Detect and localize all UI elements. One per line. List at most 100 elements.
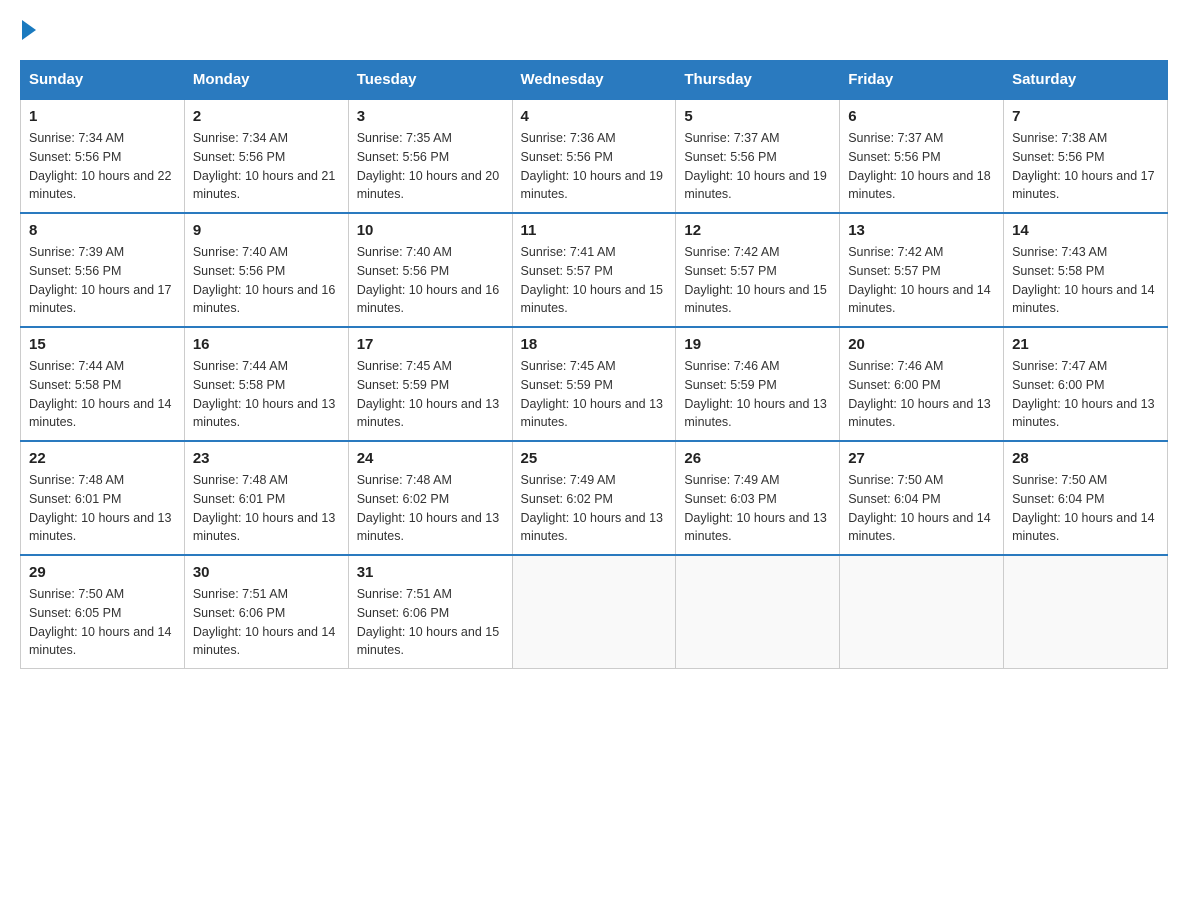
day-info: Sunrise: 7:45 AMSunset: 5:59 PMDaylight:… [521, 357, 668, 432]
day-info: Sunrise: 7:50 AMSunset: 6:04 PMDaylight:… [1012, 471, 1159, 546]
day-info: Sunrise: 7:46 AMSunset: 5:59 PMDaylight:… [684, 357, 831, 432]
calendar-cell [512, 555, 676, 669]
calendar-header: SundayMondayTuesdayWednesdayThursdayFrid… [21, 61, 1168, 100]
calendar-cell: 14 Sunrise: 7:43 AMSunset: 5:58 PMDaylig… [1004, 213, 1168, 327]
calendar-cell: 25 Sunrise: 7:49 AMSunset: 6:02 PMDaylig… [512, 441, 676, 555]
day-number: 21 [1012, 336, 1159, 353]
calendar-cell: 6 Sunrise: 7:37 AMSunset: 5:56 PMDayligh… [840, 99, 1004, 213]
weekday-header-monday: Monday [184, 61, 348, 100]
day-number: 26 [684, 450, 831, 467]
day-info: Sunrise: 7:49 AMSunset: 6:03 PMDaylight:… [684, 471, 831, 546]
day-info: Sunrise: 7:40 AMSunset: 5:56 PMDaylight:… [193, 243, 340, 318]
weekday-header-wednesday: Wednesday [512, 61, 676, 100]
day-number: 6 [848, 108, 995, 125]
calendar-cell: 23 Sunrise: 7:48 AMSunset: 6:01 PMDaylig… [184, 441, 348, 555]
calendar-cell: 2 Sunrise: 7:34 AMSunset: 5:56 PMDayligh… [184, 99, 348, 213]
day-number: 3 [357, 108, 504, 125]
day-number: 27 [848, 450, 995, 467]
day-info: Sunrise: 7:36 AMSunset: 5:56 PMDaylight:… [521, 129, 668, 204]
day-number: 19 [684, 336, 831, 353]
day-info: Sunrise: 7:49 AMSunset: 6:02 PMDaylight:… [521, 471, 668, 546]
calendar-cell: 21 Sunrise: 7:47 AMSunset: 6:00 PMDaylig… [1004, 327, 1168, 441]
day-number: 2 [193, 108, 340, 125]
page-header [20, 20, 1168, 40]
calendar-cell: 11 Sunrise: 7:41 AMSunset: 5:57 PMDaylig… [512, 213, 676, 327]
calendar-cell: 13 Sunrise: 7:42 AMSunset: 5:57 PMDaylig… [840, 213, 1004, 327]
calendar-cell: 4 Sunrise: 7:36 AMSunset: 5:56 PMDayligh… [512, 99, 676, 213]
day-info: Sunrise: 7:34 AMSunset: 5:56 PMDaylight:… [29, 129, 176, 204]
calendar-cell: 28 Sunrise: 7:50 AMSunset: 6:04 PMDaylig… [1004, 441, 1168, 555]
calendar-cell: 22 Sunrise: 7:48 AMSunset: 6:01 PMDaylig… [21, 441, 185, 555]
day-number: 13 [848, 222, 995, 239]
calendar-cell: 20 Sunrise: 7:46 AMSunset: 6:00 PMDaylig… [840, 327, 1004, 441]
day-info: Sunrise: 7:42 AMSunset: 5:57 PMDaylight:… [848, 243, 995, 318]
day-number: 8 [29, 222, 176, 239]
day-number: 24 [357, 450, 504, 467]
day-info: Sunrise: 7:46 AMSunset: 6:00 PMDaylight:… [848, 357, 995, 432]
day-number: 15 [29, 336, 176, 353]
day-number: 17 [357, 336, 504, 353]
day-info: Sunrise: 7:35 AMSunset: 5:56 PMDaylight:… [357, 129, 504, 204]
day-number: 5 [684, 108, 831, 125]
day-info: Sunrise: 7:34 AMSunset: 5:56 PMDaylight:… [193, 129, 340, 204]
logo-triangle-icon [22, 20, 36, 40]
day-info: Sunrise: 7:50 AMSunset: 6:04 PMDaylight:… [848, 471, 995, 546]
day-number: 7 [1012, 108, 1159, 125]
day-number: 18 [521, 336, 668, 353]
day-number: 1 [29, 108, 176, 125]
calendar-cell: 29 Sunrise: 7:50 AMSunset: 6:05 PMDaylig… [21, 555, 185, 669]
weekday-header-thursday: Thursday [676, 61, 840, 100]
day-number: 9 [193, 222, 340, 239]
day-number: 22 [29, 450, 176, 467]
day-info: Sunrise: 7:40 AMSunset: 5:56 PMDaylight:… [357, 243, 504, 318]
calendar-cell: 16 Sunrise: 7:44 AMSunset: 5:58 PMDaylig… [184, 327, 348, 441]
calendar-cell: 5 Sunrise: 7:37 AMSunset: 5:56 PMDayligh… [676, 99, 840, 213]
calendar-cell: 27 Sunrise: 7:50 AMSunset: 6:04 PMDaylig… [840, 441, 1004, 555]
weekday-header-row: SundayMondayTuesdayWednesdayThursdayFrid… [21, 61, 1168, 100]
day-info: Sunrise: 7:38 AMSunset: 5:56 PMDaylight:… [1012, 129, 1159, 204]
calendar-cell: 31 Sunrise: 7:51 AMSunset: 6:06 PMDaylig… [348, 555, 512, 669]
calendar-cell: 19 Sunrise: 7:46 AMSunset: 5:59 PMDaylig… [676, 327, 840, 441]
day-info: Sunrise: 7:51 AMSunset: 6:06 PMDaylight:… [193, 585, 340, 660]
calendar-cell: 3 Sunrise: 7:35 AMSunset: 5:56 PMDayligh… [348, 99, 512, 213]
calendar-cell: 17 Sunrise: 7:45 AMSunset: 5:59 PMDaylig… [348, 327, 512, 441]
day-number: 30 [193, 564, 340, 581]
day-number: 11 [521, 222, 668, 239]
calendar-cell: 7 Sunrise: 7:38 AMSunset: 5:56 PMDayligh… [1004, 99, 1168, 213]
week-row-2: 8 Sunrise: 7:39 AMSunset: 5:56 PMDayligh… [21, 213, 1168, 327]
day-number: 12 [684, 222, 831, 239]
calendar-cell: 18 Sunrise: 7:45 AMSunset: 5:59 PMDaylig… [512, 327, 676, 441]
day-info: Sunrise: 7:50 AMSunset: 6:05 PMDaylight:… [29, 585, 176, 660]
day-number: 28 [1012, 450, 1159, 467]
weekday-header-sunday: Sunday [21, 61, 185, 100]
day-info: Sunrise: 7:39 AMSunset: 5:56 PMDaylight:… [29, 243, 176, 318]
week-row-3: 15 Sunrise: 7:44 AMSunset: 5:58 PMDaylig… [21, 327, 1168, 441]
calendar-cell: 12 Sunrise: 7:42 AMSunset: 5:57 PMDaylig… [676, 213, 840, 327]
calendar-cell: 30 Sunrise: 7:51 AMSunset: 6:06 PMDaylig… [184, 555, 348, 669]
day-info: Sunrise: 7:48 AMSunset: 6:01 PMDaylight:… [193, 471, 340, 546]
day-number: 16 [193, 336, 340, 353]
weekday-header-friday: Friday [840, 61, 1004, 100]
day-info: Sunrise: 7:45 AMSunset: 5:59 PMDaylight:… [357, 357, 504, 432]
calendar-cell: 1 Sunrise: 7:34 AMSunset: 5:56 PMDayligh… [21, 99, 185, 213]
day-number: 23 [193, 450, 340, 467]
day-number: 4 [521, 108, 668, 125]
day-info: Sunrise: 7:44 AMSunset: 5:58 PMDaylight:… [193, 357, 340, 432]
calendar-cell: 26 Sunrise: 7:49 AMSunset: 6:03 PMDaylig… [676, 441, 840, 555]
day-info: Sunrise: 7:37 AMSunset: 5:56 PMDaylight:… [684, 129, 831, 204]
day-info: Sunrise: 7:48 AMSunset: 6:01 PMDaylight:… [29, 471, 176, 546]
day-info: Sunrise: 7:42 AMSunset: 5:57 PMDaylight:… [684, 243, 831, 318]
weekday-header-saturday: Saturday [1004, 61, 1168, 100]
calendar-body: 1 Sunrise: 7:34 AMSunset: 5:56 PMDayligh… [21, 99, 1168, 669]
week-row-4: 22 Sunrise: 7:48 AMSunset: 6:01 PMDaylig… [21, 441, 1168, 555]
day-info: Sunrise: 7:47 AMSunset: 6:00 PMDaylight:… [1012, 357, 1159, 432]
day-info: Sunrise: 7:51 AMSunset: 6:06 PMDaylight:… [357, 585, 504, 660]
logo [20, 20, 36, 40]
day-info: Sunrise: 7:44 AMSunset: 5:58 PMDaylight:… [29, 357, 176, 432]
week-row-5: 29 Sunrise: 7:50 AMSunset: 6:05 PMDaylig… [21, 555, 1168, 669]
calendar-cell: 24 Sunrise: 7:48 AMSunset: 6:02 PMDaylig… [348, 441, 512, 555]
calendar-cell: 8 Sunrise: 7:39 AMSunset: 5:56 PMDayligh… [21, 213, 185, 327]
weekday-header-tuesday: Tuesday [348, 61, 512, 100]
day-info: Sunrise: 7:48 AMSunset: 6:02 PMDaylight:… [357, 471, 504, 546]
day-info: Sunrise: 7:41 AMSunset: 5:57 PMDaylight:… [521, 243, 668, 318]
